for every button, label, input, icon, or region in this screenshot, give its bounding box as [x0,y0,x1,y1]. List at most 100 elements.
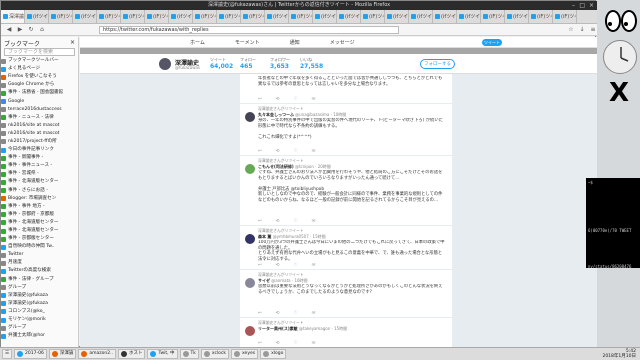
reload-icon[interactable]: ↻ [27,26,35,34]
bookmark-item[interactable]: 深澤諭史(@fukaza [1,300,78,308]
nav-messages[interactable]: メッセージ [330,39,355,46]
follow-button[interactable]: フォローする [420,59,455,69]
avatar[interactable] [245,278,255,288]
bookmark-item[interactable]: 事件 - 事件 地方 - [1,203,78,211]
profile-stat[interactable]: いいね 27,558 [300,57,323,70]
bookmark-item[interactable]: 事件 - さらにお話 - [1,187,78,195]
profile-stat[interactable]: ツイート 64,002 [210,57,233,70]
taskbar-item[interactable]: Twit, 中 [147,349,178,359]
bookmark-item[interactable]: 弁護士太郎(@hor [1,332,78,340]
browser-tab[interactable]: (ifツイ [433,10,457,23]
bookmark-item[interactable]: Twitter [1,251,78,259]
reply-icon[interactable]: ↩ [258,263,276,268]
tweet[interactable]: 深澤諭史さんがリツイート サイゼ @anmata · 16時間 思想以前は重要な法則… [240,270,452,318]
browser-tab[interactable]: (ifツイ [457,10,481,23]
bookmark-item[interactable]: 事件 - 法務省 - 国会図書館 [1,89,78,97]
taskbar-item[interactable]: xclock [200,349,230,359]
tweet[interactable]: 深澤諭史さんがリツイート 丸々本金しっつーふ @unagibazasima · 1… [240,104,452,156]
browser-tab[interactable]: (iF)ツイ [97,10,121,23]
like-icon[interactable]: ♡ [294,341,312,346]
like-icon[interactable]: ♡ [294,263,312,268]
start-menu-icon[interactable]: ☰ [2,349,13,359]
dm-icon[interactable]: ✉ [312,263,330,268]
taskbar-item[interactable]: xlogo [260,349,287,359]
bookmark-item[interactable]: nk2016/site at mascot [1,122,78,130]
browser-tab[interactable]: (iF)ツイ [121,10,145,23]
terminal-window[interactable]: ~$6(00770e)/70 TWEETny/status/86208476ny… [586,178,640,268]
browser-tab[interactable]: (iF)ツイ [289,10,313,23]
avatar[interactable] [245,234,255,244]
taskbar-item[interactable]: 深澤諭 [48,349,77,359]
bookmark-item[interactable]: 深澤諭史(@fukaza [1,292,78,300]
tweet-author[interactable]: リーター奥州(ス)素敵 [258,326,298,331]
dm-icon[interactable]: ✉ [312,341,330,346]
tweet[interactable]: 年長者などの中で年収を多く得ることといった面では皆が共通ししつつも、どちらとがど… [240,74,452,104]
bookmark-item[interactable]: Blogger: 市場調査セン [1,195,78,203]
avatar[interactable] [245,326,255,336]
url-bar[interactable]: https://twitter.com/fukazawas/with_repli… [99,25,399,34]
like-icon[interactable]: ♡ [294,311,312,316]
bookmark-item[interactable]: nk2017/project-ffの所 [1,138,78,146]
avatar[interactable] [245,164,255,174]
dm-icon[interactable]: ✉ [312,219,330,224]
bookmark-star-icon[interactable]: ☆ [567,26,575,34]
bookmark-item[interactable]: nk2016/site at mascot [1,130,78,138]
nav-moments[interactable]: モーメント [235,39,260,46]
minimize-icon[interactable]: – [572,1,575,10]
nav-notifications[interactable]: 通知 [290,39,300,46]
browser-tab[interactable]: (iF)ツイ [481,10,505,23]
nav-home[interactable]: ホーム [190,39,205,46]
bookmark-item[interactable]: 月速度 [1,259,78,267]
menu-icon[interactable]: ≡ [589,26,597,34]
taskbar-item[interactable]: xeyes [231,349,259,359]
tweet[interactable]: 深澤諭史さんがリツイート リーター奥州(ス)素敵 @takeyamagon · 1… [240,318,452,348]
bookmark-item[interactable]: Google Chrome から [1,81,78,89]
browser-tab[interactable]: (iF)ツイ [553,10,577,23]
browser-tab[interactable]: (ifツイー [25,10,49,23]
bookmark-search-input[interactable]: ブックマークを検索 [4,48,75,56]
tweet[interactable]: 深澤諭史さんがリツイート 森本 薫 @ymhbmura0507 · 15時間 100… [240,226,452,270]
bookmark-item[interactable]: グループ [1,284,78,292]
back-icon[interactable]: ◀ [5,26,13,34]
bookmark-item[interactable]: 事件 - 新聞事件 - [1,154,78,162]
browser-tab[interactable]: (iF)ツイ [529,10,553,23]
browser-tab[interactable]: (iF)ツイ [241,10,265,23]
browser-tab[interactable]: (ifツイ [265,10,289,23]
browser-tab[interactable]: (ifツイ [505,10,529,23]
browser-tab[interactable]: (iF)ツイ [193,10,217,23]
home-icon[interactable]: ⌂ [38,26,46,34]
browser-tab[interactable]: (ifツイ [73,10,97,23]
downloads-icon[interactable]: ↓ [578,26,586,34]
bookmark-item[interactable]: 事件 - 京都版センター [1,235,78,243]
browser-tab[interactable]: 深澤諭史 [1,10,25,23]
bookmark-item[interactable]: 事件 - 事件ニュース - [1,162,78,170]
like-icon[interactable]: ♡ [294,97,312,102]
dm-icon[interactable]: ✉ [312,97,330,102]
tweet-author[interactable]: 丸々本金しっつーふ [258,112,294,117]
like-icon[interactable]: ♡ [294,149,312,154]
tweet[interactable]: 深澤諭史さんがリツイート こもんせ(司法研修) @tcnipon · 20時間 です… [240,156,452,226]
browser-tab[interactable]: (iF)ツイ [361,10,385,23]
reply-icon[interactable]: ↩ [258,149,276,154]
taskbar-item[interactable]: ホスト [117,349,146,359]
reply-icon[interactable]: ↩ [258,219,276,224]
bookmark-item[interactable]: Google [1,97,78,105]
reply-icon[interactable]: ↩ [258,341,276,346]
avatar[interactable] [158,57,172,71]
bookmark-item[interactable]: 事件 - 法律 - グループ [1,276,78,284]
tweet-author[interactable]: サイゼ [258,278,270,283]
tweet-author[interactable]: 森本 薫 [258,234,271,239]
browser-tab[interactable]: (iF)ツイ [145,10,169,23]
browser-tab[interactable]: (ifツイ [169,10,193,23]
profile-stat[interactable]: フォロー 465 [240,57,256,70]
bookmark-item[interactable]: Twitterの高度な検索 [1,267,78,275]
bookmark-item[interactable]: 事件 - 京都府 - 京都版 [1,211,78,219]
bookmark-item[interactable]: 今日の事件記事リンク [1,146,78,154]
retweet-icon[interactable]: ⟲ [276,219,294,224]
maximize-icon[interactable]: □ [579,1,585,10]
bookmark-item[interactable]: グループ [1,324,78,332]
browser-tab[interactable]: (ifツイ [409,10,433,23]
bookmark-item[interactable]: Firefox を使いこなそう [1,73,78,81]
bookmark-item[interactable]: モリケン(@morik [1,316,78,324]
retweet-icon[interactable]: ⟲ [276,311,294,316]
